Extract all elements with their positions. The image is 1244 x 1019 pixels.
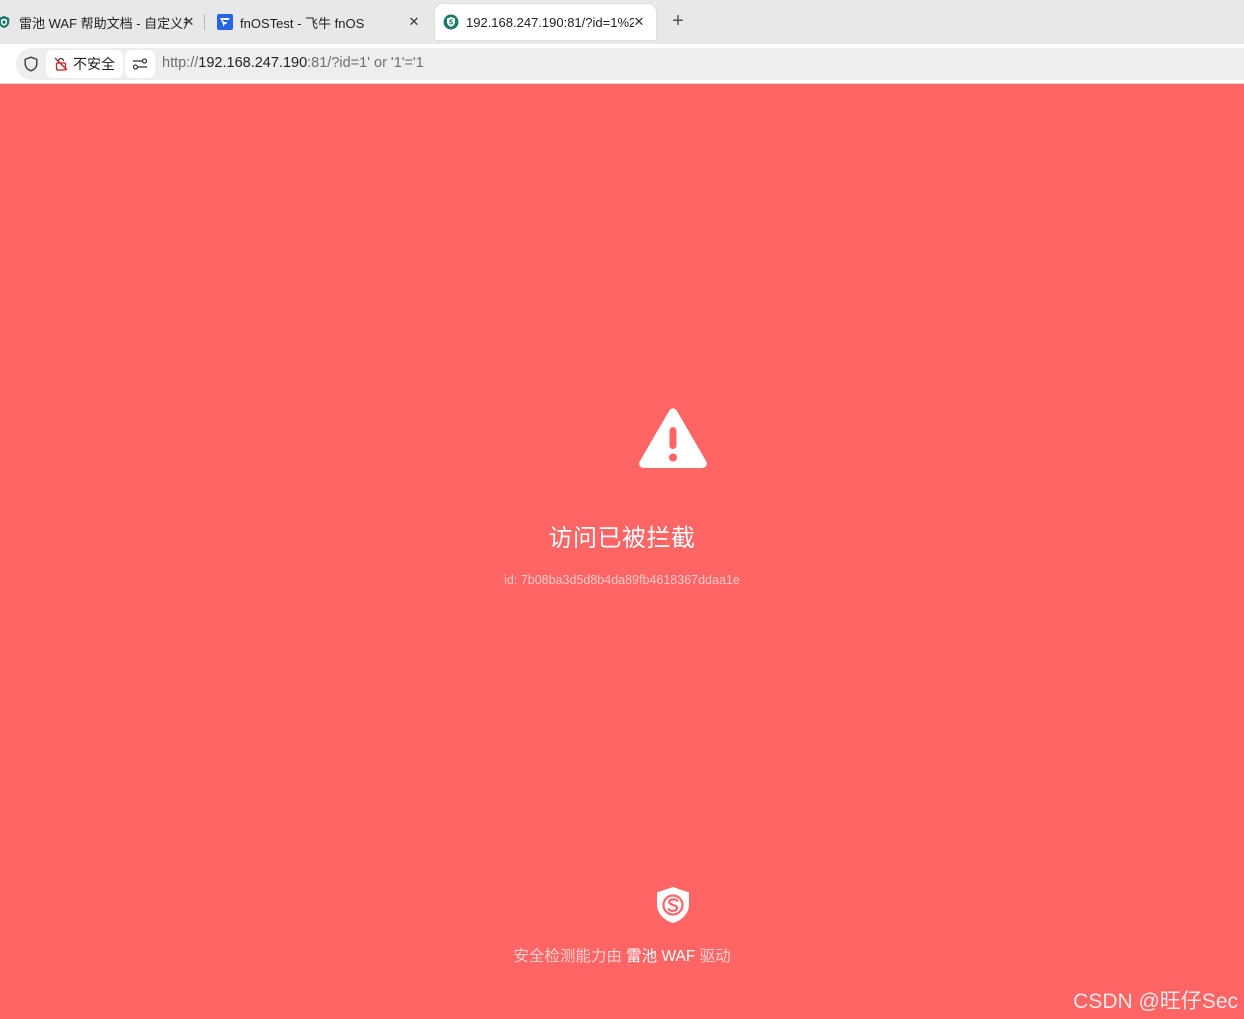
tab-title: 192.168.247.190:81/?id=1%2 [466,14,634,30]
tab-fnos[interactable]: fnOSTest - 飞牛 fnOS ✕ [217,4,427,40]
fnos-icon [217,14,233,30]
tab-separator [204,14,205,30]
url-host: 192.168.247.190 [198,55,308,71]
not-secure-lock-icon [54,57,68,71]
tab-current[interactable]: 192.168.247.190:81/?id=1%2 ✕ [435,4,656,40]
safeline-shield-icon [443,14,459,30]
powered-by-text: 安全检测能力由 雷池 WAF 驱动 [0,944,1244,966]
tab-title: fnOSTest - 飞牛 fnOS [240,15,365,31]
event-id: id: 7b08ba3d5d8b4da89fb4618367ddaa1e [504,573,740,587]
security-label: 不安全 [73,56,115,72]
safeline-shield-icon [0,14,12,30]
csdn-watermark: CSDN @旺仔Sec [1073,990,1238,1013]
site-security-chip[interactable]: 不安全 [46,50,123,78]
tune-icon [132,58,148,70]
warning-icon [639,408,707,468]
tracking-protection-shield-icon[interactable] [23,56,39,72]
tab-strip: 雷池 WAF 帮助文档 - 自定义规 ✕ fnOSTest - 飞牛 fnOS … [0,0,1244,44]
powered-prefix: 安全检测能力由 [513,948,622,965]
url-path: :81/?id=1' or '1'='1 [307,55,424,71]
url-scheme: http:// [162,55,199,71]
site-settings-button[interactable] [125,50,155,78]
powered-suffix: 驱动 [699,948,731,965]
new-tab-button[interactable]: + [668,11,688,32]
tab-title: 雷池 WAF 帮助文档 - 自定义规 [19,15,187,31]
address-bar[interactable]: 不安全 http://192.168.247.190:81/?id=1' or … [16,48,1244,80]
browser-toolbar: 不安全 http://192.168.247.190:81/?id=1' or … [0,44,1244,84]
powered-brand-link[interactable]: 雷池 WAF [626,948,695,965]
close-tab-icon[interactable]: ✕ [406,14,422,30]
close-tab-icon[interactable]: ✕ [631,14,647,30]
block-title: 访问已被拦截 [548,525,696,552]
tab-safeline-docs[interactable]: 雷池 WAF 帮助文档 - 自定义规 ✕ [0,4,196,40]
safeline-logo-icon [657,887,689,923]
url-text[interactable]: http://192.168.247.190:81/?id=1' or '1'=… [162,55,424,71]
close-tab-icon[interactable]: ✕ [181,14,196,30]
